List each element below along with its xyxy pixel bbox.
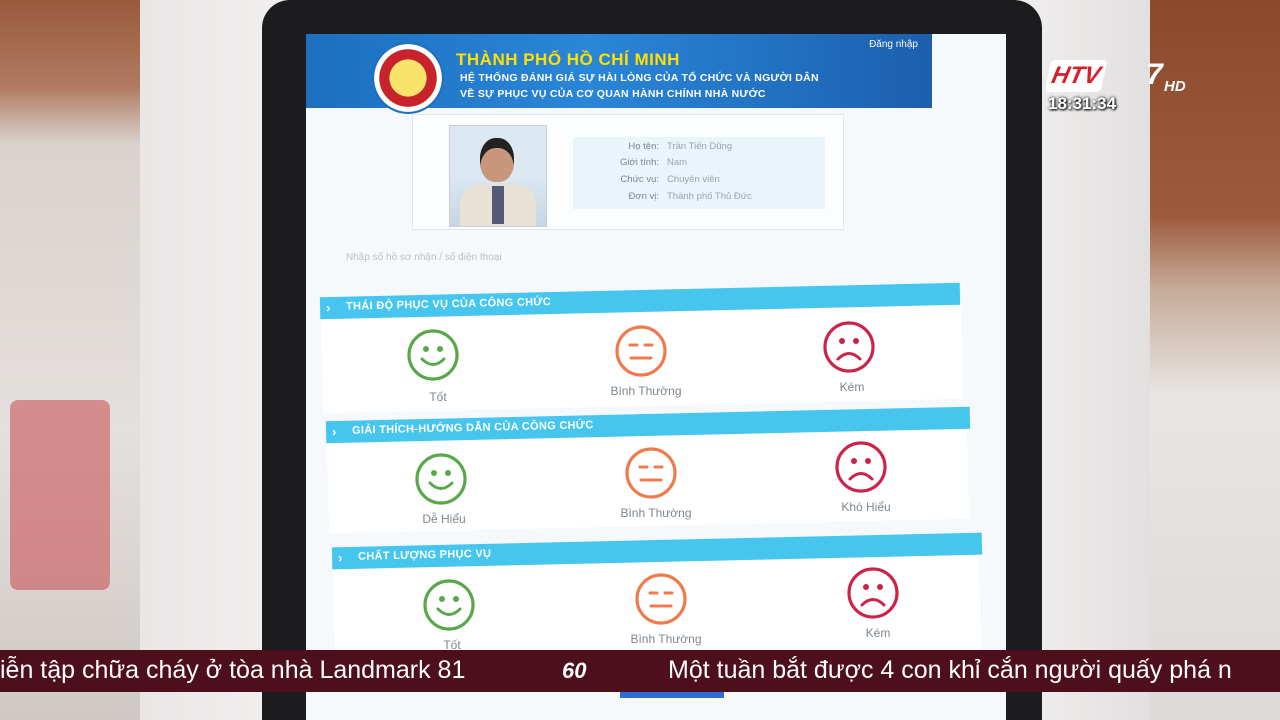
chevron-right-icon: › (331, 424, 337, 440)
option-label: Dễ Hiểu (422, 512, 466, 526)
section-3-title: CHẤT LƯỢNG PHỤC VỤ (357, 547, 492, 563)
section-1-title: THÁI ĐỘ PHỤC VỤ CỦA CÔNG CHỨC (345, 296, 552, 313)
info-label: Họ tên: (628, 141, 659, 152)
chevron-right-icon: › (325, 300, 331, 316)
news-ticker: iễn tập chữa cháy ở tòa nhà Landmark 81 … (0, 650, 1280, 692)
info-value: Nam (667, 157, 688, 168)
smiley-neutral-icon[interactable] (614, 324, 668, 378)
screen-button-partial (620, 692, 724, 698)
option-label: Bình Thường (620, 506, 692, 520)
info-value: Thành phố Thủ Đức (667, 191, 752, 202)
header-banner: THÀNH PHỐ HỒ CHÍ MINH HỆ THỐNG ĐÁNH GIÁ … (306, 34, 932, 114)
ticker-program-logo: 60 (562, 658, 587, 683)
channel-logo-text: HTV (1044, 60, 1108, 92)
smiley-neutral-icon[interactable] (624, 446, 678, 500)
smiley-bad-icon[interactable] (834, 440, 888, 494)
smiley-good-icon[interactable] (422, 578, 476, 632)
system-subtitle-line2: VỀ SỰ PHỤC VỤ CỦA CƠ QUAN HÀNH CHÍNH NHÀ… (460, 88, 766, 100)
section-2-title: GIẢI THÍCH-HƯỚNG DẪN CỦA CÔNG CHỨC (351, 419, 594, 437)
staff-profile-card: Họ tên: Trần Tiến Dũng Giới tính: Nam Ch… (412, 114, 844, 230)
option-label: Kém (865, 626, 891, 640)
photo-tie (492, 186, 504, 224)
smiley-neutral-icon[interactable] (634, 572, 688, 626)
ticker-headline-2: Một tuần bắt được 4 con khỉ cắn người qu… (668, 656, 1232, 684)
option-label: Kém (839, 380, 865, 394)
system-subtitle-line1: HỆ THỐNG ĐÁNH GIÁ SỰ HÀI LÒNG CỦA TỔ CHỨ… (460, 72, 819, 84)
smiley-good-icon[interactable] (406, 328, 460, 382)
staff-photo (449, 125, 547, 227)
smiley-bad-icon[interactable] (846, 566, 900, 620)
channel-number: 7 (1146, 58, 1163, 91)
chevron-right-icon: › (337, 550, 343, 566)
background-red-sign (10, 400, 110, 590)
option-label: Bình Thường (630, 632, 702, 646)
photo-head (480, 138, 514, 182)
info-value: Trần Tiến Dũng (667, 141, 733, 152)
city-title: THÀNH PHỐ HỒ CHÍ MINH (456, 50, 680, 69)
smiley-good-icon[interactable] (414, 452, 468, 506)
channel-logo: HTV 7 HD (1044, 58, 1188, 98)
info-label: Giới tính: (620, 157, 659, 168)
staff-info-panel: Họ tên: Trần Tiến Dũng Giới tính: Nam Ch… (573, 137, 825, 209)
channel-hd-badge: HD (1164, 78, 1186, 95)
info-label: Chức vụ: (620, 174, 659, 185)
option-label: Bình Thường (610, 384, 682, 398)
broadcast-clock: 18:31:34 (1048, 94, 1117, 113)
ticker-headline-1: iễn tập chữa cháy ở tòa nhà Landmark 81 (0, 656, 466, 684)
login-link[interactable]: Đăng nhập (869, 39, 918, 50)
info-value: Chuyên viên (667, 174, 720, 185)
record-number-input[interactable]: Nhập số hồ sơ nhận / số điện thoại (346, 252, 502, 263)
tablet-screen: THÀNH PHỐ HỒ CHÍ MINH HỆ THỐNG ĐÁNH GIÁ … (306, 34, 1006, 720)
info-label: Đơn vị: (628, 191, 659, 202)
option-label: Tốt (429, 390, 447, 404)
background-left (0, 0, 150, 720)
smiley-bad-icon[interactable] (822, 320, 876, 374)
city-emblem-icon (372, 42, 444, 114)
option-label: Khó Hiểu (841, 500, 891, 514)
